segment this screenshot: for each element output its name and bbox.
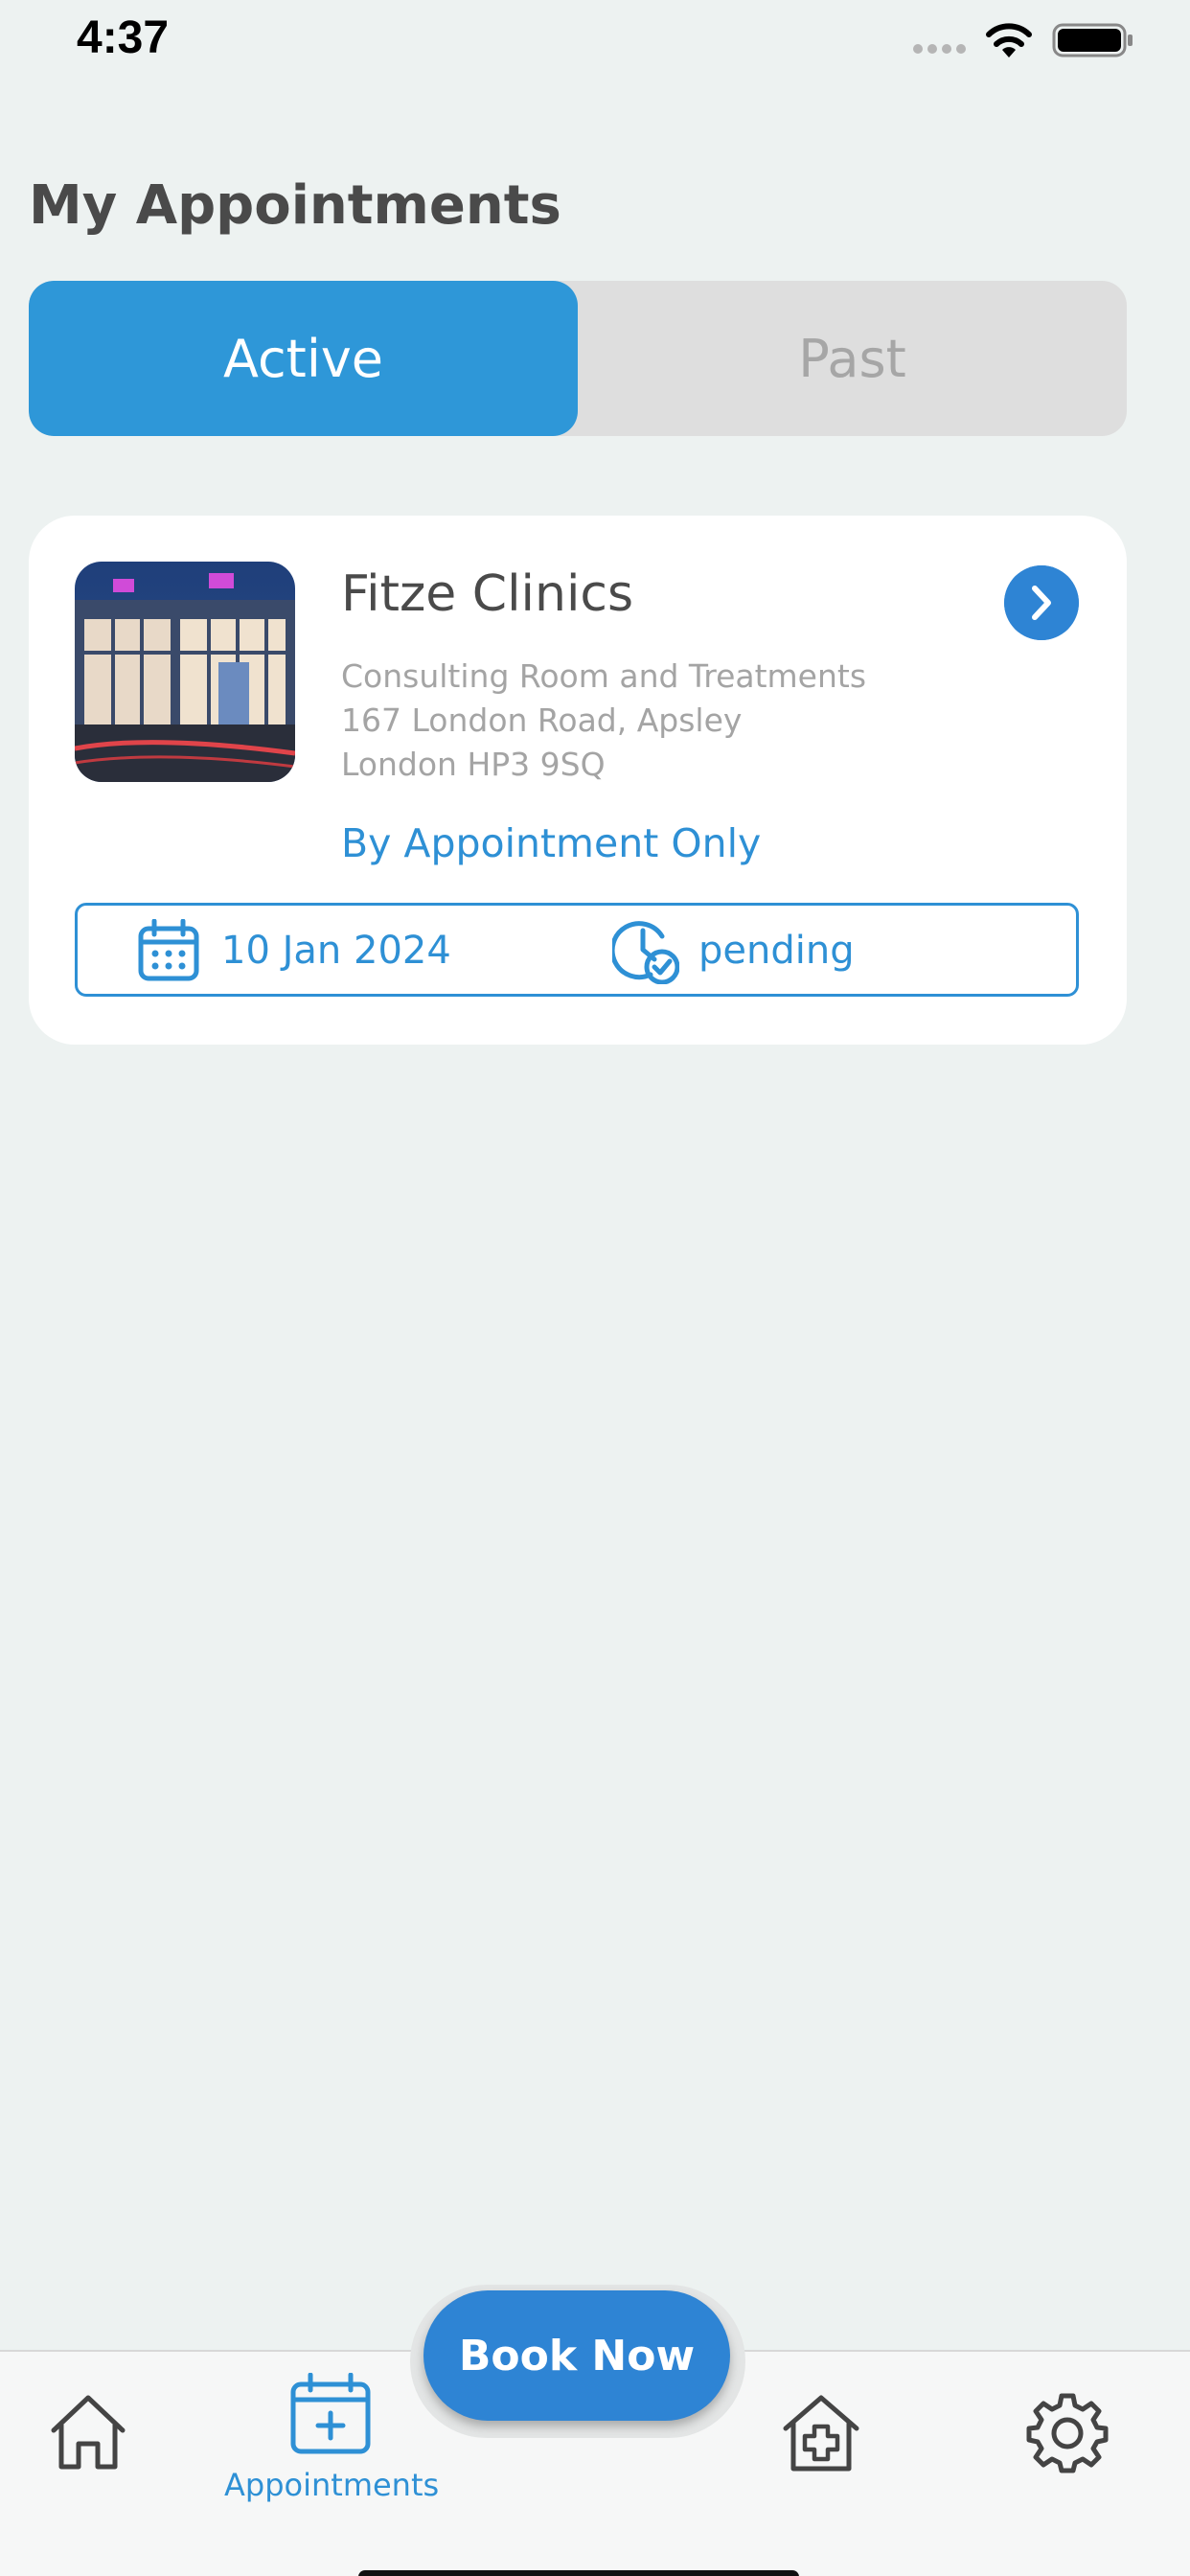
appointment-card[interactable]: Fitze Clinics Consulting Room and Treatm…: [29, 516, 1127, 1045]
address-line: 167 London Road, Apsley: [341, 702, 743, 739]
clinic-name: Fitze Clinics: [341, 565, 634, 623]
cellular-signal-icon: [913, 44, 966, 54]
address-line: London HP3 9SQ: [341, 746, 606, 783]
tab-past[interactable]: Past: [578, 281, 1127, 436]
calendar-icon: [138, 919, 199, 981]
page-title: My Appointments: [29, 174, 561, 237]
tab-active[interactable]: Active: [29, 281, 578, 436]
clinic-photo: [75, 562, 295, 782]
clock-check-icon: [612, 921, 679, 984]
status-bar: 4:37: [0, 0, 1190, 86]
status-time: 4:37: [77, 12, 170, 63]
home-indicator: [358, 2570, 799, 2576]
tab-appointments-label[interactable]: Appointments: [224, 2467, 439, 2503]
chevron-right-icon[interactable]: [1004, 565, 1079, 640]
appointment-note: By Appointment Only: [341, 820, 762, 866]
gear-icon[interactable]: [1025, 2390, 1110, 2474]
appointment-date: 10 Jan 2024: [221, 929, 451, 973]
book-now-button[interactable]: Book Now: [423, 2290, 730, 2421]
appointment-status: pending: [698, 929, 855, 973]
wifi-icon: [986, 23, 1032, 58]
battery-icon: [1052, 23, 1133, 58]
appointments-segmented-control: Past Active: [29, 281, 1127, 436]
appointment-info-box: 10 Jan 2024 pending: [75, 903, 1079, 997]
home-icon[interactable]: [46, 2390, 130, 2474]
address-line: Consulting Room and Treatments: [341, 657, 867, 695]
calendar-plus-icon[interactable]: [289, 2373, 372, 2455]
clinic-plus-icon[interactable]: [778, 2390, 864, 2476]
